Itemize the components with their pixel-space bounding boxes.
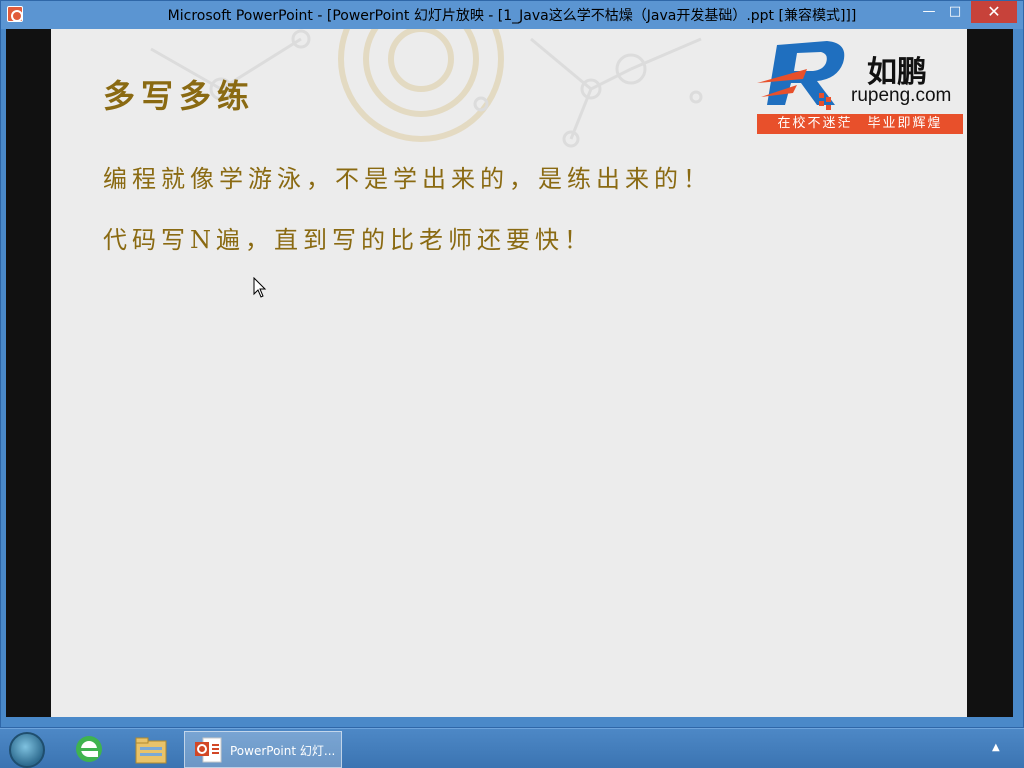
rupeng-logo: 如鹏 rupeng.com 在校不迷茫 毕业即辉煌 xyxy=(757,35,963,135)
taskbar: PowerPoint 幻灯... ▲ xyxy=(0,728,1024,768)
logo-domain: rupeng.com xyxy=(851,85,952,106)
slideshow-area[interactable]: 多写多练 编程就像学游泳，不是学出来的，是练出来的！ 代码写N遍，直到写的比老师… xyxy=(6,29,1013,717)
powerpoint-window: Microsoft PowerPoint - [PowerPoint 幻灯片放映… xyxy=(0,0,1024,728)
start-orb-icon[interactable] xyxy=(9,732,45,768)
slide[interactable]: 多写多练 编程就像学游泳，不是学出来的，是练出来的！ 代码写N遍，直到写的比老师… xyxy=(51,29,967,717)
show-hidden-icons-button[interactable]: ▲ xyxy=(992,742,1000,753)
slide-body-line-1: 编程就像学游泳，不是学出来的，是练出来的！ xyxy=(103,165,712,193)
slide-body-line-2: 代码写N遍，直到写的比老师还要快！ xyxy=(103,226,593,254)
close-icon: ✕ xyxy=(987,2,1001,21)
maximize-icon: □ xyxy=(948,4,962,19)
maximize-button[interactable]: □ xyxy=(943,1,967,23)
close-button[interactable]: ✕ xyxy=(971,1,1017,23)
window-title: Microsoft PowerPoint - [PowerPoint 幻灯片放映… xyxy=(167,8,857,24)
file-explorer-icon[interactable] xyxy=(134,735,168,765)
minimize-button[interactable]: — xyxy=(917,1,941,23)
slide-title: 多写多练 xyxy=(103,77,256,115)
mouse-cursor-icon xyxy=(253,277,267,298)
rupeng-logo-mark-icon xyxy=(757,41,845,110)
taskbar-item-label: PowerPoint 幻灯... xyxy=(230,744,336,758)
ie-icon[interactable] xyxy=(72,733,106,765)
minimize-icon: — xyxy=(922,4,936,19)
taskbar-item-powerpoint[interactable]: PowerPoint 幻灯... xyxy=(184,731,342,768)
powerpoint-file-icon xyxy=(195,737,222,763)
title-bar[interactable]: Microsoft PowerPoint - [PowerPoint 幻灯片放映… xyxy=(1,1,1023,29)
logo-slogan: 在校不迷茫 毕业即辉煌 xyxy=(757,114,963,134)
